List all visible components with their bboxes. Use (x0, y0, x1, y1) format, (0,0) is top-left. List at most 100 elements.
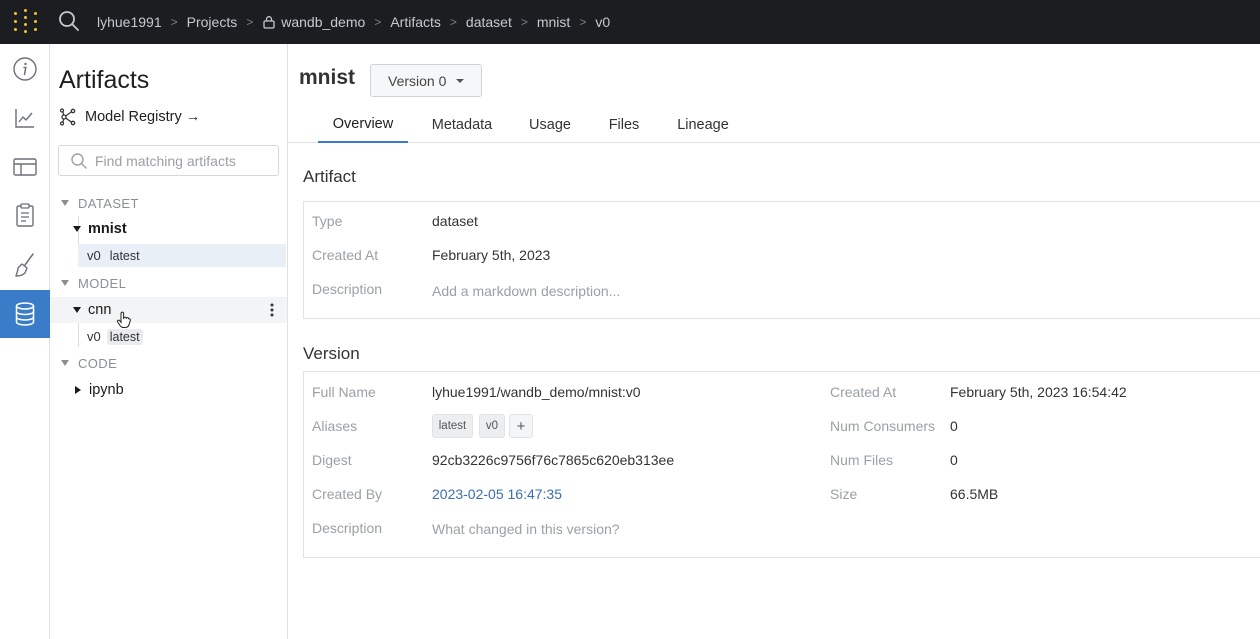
chart-line-icon[interactable] (0, 94, 50, 142)
size-label: Size (830, 486, 858, 502)
artifact-name: mnist (299, 66, 356, 89)
breadcrumb-separator: > (579, 15, 587, 29)
version-label: v0 (87, 329, 101, 344)
breadcrumb-type[interactable]: dataset (466, 14, 512, 30)
breadcrumb-version[interactable]: v0 (595, 14, 610, 30)
tree-item-mnist[interactable]: mnist (50, 216, 287, 242)
created-by-label: Created By (312, 486, 383, 502)
version-created-at-value: February 5th, 2023 16:54:42 (950, 384, 1127, 400)
size-value: 66.5MB (950, 486, 999, 502)
chevron-down-icon (61, 360, 69, 366)
tab-bar: Overview Metadata Usage Files Lineage (288, 106, 1260, 143)
group-code[interactable]: CODE (61, 354, 117, 372)
artifact-search (58, 145, 279, 176)
type-value: dataset (432, 213, 478, 229)
more-options-icon[interactable] (269, 302, 275, 318)
tree-item-label: mnist (88, 221, 127, 237)
group-label: CODE (78, 355, 118, 371)
search-icon[interactable] (57, 9, 81, 33)
breadcrumb-separator: > (449, 15, 457, 29)
description-label: Description (312, 281, 383, 297)
num-consumers-value: 0 (950, 418, 958, 434)
breadcrumb-project-label: wandb_demo (281, 14, 366, 30)
group-label: MODEL (78, 275, 127, 291)
lock-icon (263, 16, 275, 29)
add-alias-button[interactable]: + (509, 414, 533, 438)
registry-icon (59, 108, 76, 126)
breadcrumb-project[interactable]: wandb_demo (262, 14, 365, 30)
sweep-brush-icon[interactable] (0, 241, 50, 289)
breadcrumb-projects[interactable]: Projects (187, 14, 238, 30)
model-registry-label: Model Registry (85, 109, 182, 125)
full-name-value: lyhue1991/wandb_demo/mnist:v0 (432, 384, 641, 400)
chevron-down-icon (61, 200, 69, 206)
tab-metadata[interactable]: Metadata (423, 106, 501, 143)
artifact-description-field[interactable]: Add a markdown description... (432, 283, 620, 299)
digest-label: Digest (312, 452, 352, 468)
group-label: DATASET (78, 195, 139, 211)
chevron-down-icon (61, 280, 69, 286)
tab-overview[interactable]: Overview (318, 106, 408, 143)
version-info-card: Full Name lyhue1991/wandb_demo/mnist:v0 … (303, 371, 1260, 558)
version-select[interactable]: Version 0 (370, 64, 482, 97)
tree-version-mnist-v0[interactable]: v0 latest (78, 244, 286, 267)
table-icon[interactable] (0, 143, 50, 191)
breadcrumb-separator: > (170, 15, 178, 29)
section-title-artifact: Artifact (303, 167, 356, 186)
type-label: Type (312, 213, 343, 229)
model-registry-link[interactable]: Model Registry → (59, 107, 200, 127)
group-model[interactable]: MODEL (61, 274, 126, 292)
full-name-label: Full Name (312, 384, 376, 400)
alias-chip-latest[interactable]: latest (432, 414, 473, 438)
aliases-label: Aliases (312, 418, 358, 434)
tree-version-cnn-v0[interactable]: v0 latest (78, 325, 286, 348)
tree-item-cnn[interactable]: cnn (50, 297, 287, 328)
arrow-right-icon: → (185, 109, 201, 125)
alias-tag: latest (109, 248, 140, 263)
num-files-label: Num Files (830, 452, 894, 468)
alias-chip-v0[interactable]: v0 (479, 414, 505, 438)
digest-value: 92cb3226c9756f76c7865c620eb313ee (432, 452, 675, 468)
tab-usage[interactable]: Usage (520, 106, 580, 143)
tree-item-label: cnn (88, 302, 112, 318)
artifact-info-card: Type dataset Created At February 5th, 20… (303, 201, 1260, 319)
num-files-value: 0 (950, 452, 958, 468)
report-icon[interactable] (0, 191, 50, 239)
search-icon (71, 152, 87, 169)
breadcrumb-separator: > (374, 15, 382, 29)
version-select-label: Version 0 (388, 72, 447, 89)
search-input[interactable] (95, 152, 265, 169)
caret-right-icon (75, 386, 81, 394)
wandb-logo-icon[interactable] (13, 9, 38, 34)
sidebar-title: Artifacts (59, 66, 150, 94)
created-at-label: Created At (312, 247, 379, 263)
breadcrumb-separator: > (246, 15, 254, 29)
caret-down-icon (73, 226, 81, 232)
version-description-label: Description (312, 520, 383, 536)
version-label: v0 (87, 248, 101, 263)
num-consumers-label: Num Consumers (830, 418, 936, 434)
icon-rail (0, 44, 50, 639)
tab-lineage[interactable]: Lineage (668, 106, 738, 143)
caret-down-icon (456, 78, 465, 83)
breadcrumb-artifacts[interactable]: Artifacts (390, 14, 441, 30)
created-at-value: February 5th, 2023 (432, 247, 551, 263)
version-description-field[interactable]: What changed in this version? (432, 521, 620, 537)
section-title-version: Version (303, 344, 360, 363)
breadcrumb: lyhue1991 > Projects > wandb_demo > Arti… (97, 0, 610, 44)
info-icon[interactable] (0, 45, 50, 93)
caret-down-icon (73, 307, 81, 313)
database-icon[interactable] (0, 290, 50, 338)
alias-tag: latest (106, 328, 143, 345)
breadcrumb-separator: > (520, 15, 528, 29)
tree-item-ipynb[interactable]: ipynb (50, 377, 287, 403)
group-dataset[interactable]: DATASET (61, 194, 139, 212)
artifact-detail: mnist Version 0 Overview Metadata Usage … (288, 44, 1260, 639)
created-by-run-link[interactable]: 2023-02-05 16:47:35 (432, 486, 562, 502)
top-bar: lyhue1991 > Projects > wandb_demo > Arti… (0, 0, 1260, 44)
breadcrumb-name[interactable]: mnist (537, 14, 570, 30)
artifacts-sidebar: Artifacts Model Registry → DATASET mnist… (50, 44, 288, 639)
version-created-at-label: Created At (830, 384, 897, 400)
breadcrumb-user[interactable]: lyhue1991 (97, 14, 162, 30)
tab-files[interactable]: Files (599, 106, 649, 143)
